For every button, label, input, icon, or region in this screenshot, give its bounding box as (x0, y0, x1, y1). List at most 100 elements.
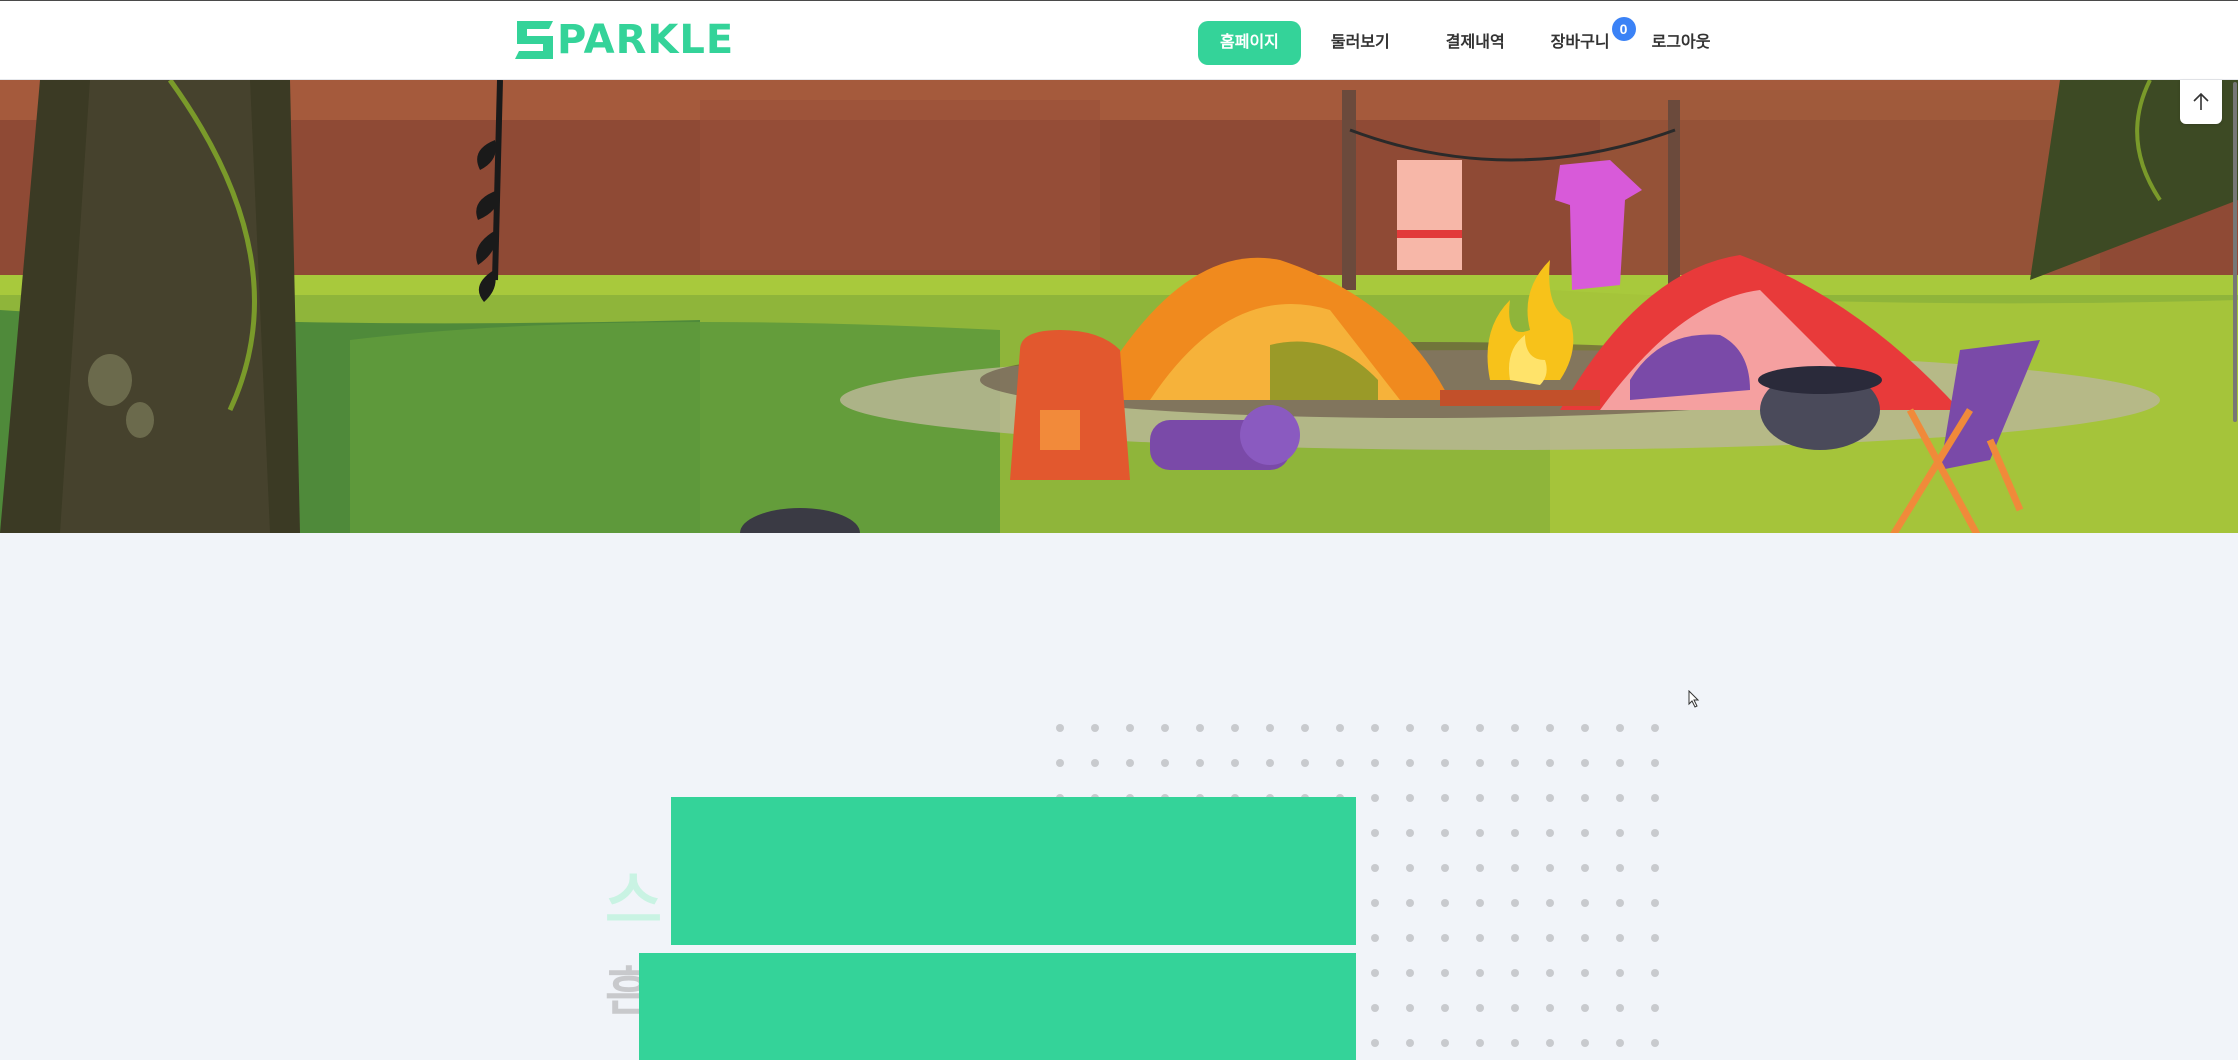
decorative-dot (1476, 759, 1484, 767)
decorative-dot (1231, 724, 1239, 732)
decorative-dot (1406, 899, 1414, 907)
decorative-dot (1196, 724, 1204, 732)
decorative-dot (1511, 934, 1519, 942)
decorative-dot (1371, 829, 1379, 837)
decorative-dot (1511, 1039, 1519, 1047)
top-navbar: PARKLE 홈페이지 둘러보기 결제내역 장바구니 0 로그아웃 (0, 0, 2238, 80)
decorative-dot (1091, 759, 1099, 767)
nav-home[interactable]: 홈페이지 (1198, 21, 1301, 65)
decorative-dot (1581, 794, 1589, 802)
decorative-dot (1441, 969, 1449, 977)
nav-logout[interactable]: 로그아웃 (1630, 21, 1733, 65)
nav-browse[interactable]: 둘러보기 (1309, 21, 1412, 65)
decorative-dot (1511, 1004, 1519, 1012)
decorative-dot (1301, 759, 1309, 767)
decorative-dot (1406, 759, 1414, 767)
green-content-block-bottom (639, 953, 1356, 1060)
decorative-dot (1406, 1039, 1414, 1047)
camping-illustration (0, 80, 2238, 533)
decorative-dot (1546, 759, 1554, 767)
decorative-dot (1126, 724, 1134, 732)
decorative-dot (1581, 724, 1589, 732)
decorative-dot (1406, 829, 1414, 837)
decorative-dot (1616, 829, 1624, 837)
decorative-dot (1651, 864, 1659, 872)
decorative-dot (1511, 969, 1519, 977)
decorative-dot (1476, 969, 1484, 977)
decorative-dot (1476, 934, 1484, 942)
nav-payment-history[interactable]: 결제내역 (1424, 21, 1527, 65)
decorative-dot (1511, 829, 1519, 837)
decorative-dot (1546, 864, 1554, 872)
decorative-dot (1476, 724, 1484, 732)
decorative-dot (1441, 794, 1449, 802)
main-nav: 홈페이지 둘러보기 결제내역 장바구니 0 로그아웃 (1198, 17, 1733, 65)
decorative-dot (1581, 759, 1589, 767)
decorative-dot (1511, 724, 1519, 732)
decorative-dot (1616, 899, 1624, 907)
decorative-dot (1616, 1039, 1624, 1047)
logo-text: PARKLE (557, 17, 735, 63)
decorative-dot (1126, 759, 1134, 767)
decorative-dot (1371, 724, 1379, 732)
decorative-dot (1651, 759, 1659, 767)
scroll-to-top-button[interactable] (2180, 80, 2222, 124)
decorative-dot (1231, 759, 1239, 767)
decorative-dot (1056, 724, 1064, 732)
decorative-dot (1581, 829, 1589, 837)
decorative-dot (1441, 1039, 1449, 1047)
decorative-dot (1581, 1004, 1589, 1012)
decorative-dot (1371, 969, 1379, 977)
decorative-dot (1441, 724, 1449, 732)
decorative-dot (1651, 969, 1659, 977)
decorative-dot (1546, 1039, 1554, 1047)
hero-banner-image (0, 80, 2238, 533)
decorative-dot (1196, 759, 1204, 767)
decorative-dot (1616, 864, 1624, 872)
decorative-dot (1371, 1004, 1379, 1012)
decorative-dot (1581, 1039, 1589, 1047)
decorative-dot (1266, 724, 1274, 732)
decorative-dot (1616, 724, 1624, 732)
decorative-dot (1336, 724, 1344, 732)
decorative-dot (1476, 899, 1484, 907)
decorative-dot (1546, 1004, 1554, 1012)
decorative-dot (1441, 864, 1449, 872)
decorative-dot (1651, 794, 1659, 802)
decorative-dot (1161, 759, 1169, 767)
decorative-dot (1406, 1004, 1414, 1012)
decorative-dot (1476, 829, 1484, 837)
decorative-dot (1441, 899, 1449, 907)
brand-logo[interactable]: PARKLE (513, 17, 734, 63)
decorative-dot (1406, 794, 1414, 802)
decorative-dot (1371, 794, 1379, 802)
decorative-dot (1476, 1039, 1484, 1047)
decorative-dot (1406, 969, 1414, 977)
decorative-dot (1651, 724, 1659, 732)
decorative-dot (1546, 724, 1554, 732)
decorative-dot (1616, 759, 1624, 767)
decorative-dot (1371, 864, 1379, 872)
decorative-dot (1581, 899, 1589, 907)
decorative-dot (1266, 759, 1274, 767)
decorative-dot (1371, 1039, 1379, 1047)
decorative-dot (1406, 724, 1414, 732)
arrow-up-icon (2193, 92, 2209, 110)
decorative-dot (1371, 759, 1379, 767)
decorative-dot (1546, 794, 1554, 802)
nav-cart[interactable]: 장바구니 0 (1529, 17, 1638, 65)
decorative-dot (1511, 899, 1519, 907)
decorative-dot (1511, 759, 1519, 767)
decorative-dot (1476, 794, 1484, 802)
decorative-dot (1651, 1039, 1659, 1047)
decorative-dot (1616, 1004, 1624, 1012)
scrollbar-thumb[interactable] (2233, 82, 2237, 422)
section-title-faded: 스 (605, 867, 663, 936)
decorative-dot (1546, 969, 1554, 977)
decorative-dot (1441, 829, 1449, 837)
decorative-dot (1581, 969, 1589, 977)
decorative-dot (1616, 934, 1624, 942)
decorative-dot (1581, 934, 1589, 942)
decorative-dot (1441, 934, 1449, 942)
decorative-dot (1546, 829, 1554, 837)
